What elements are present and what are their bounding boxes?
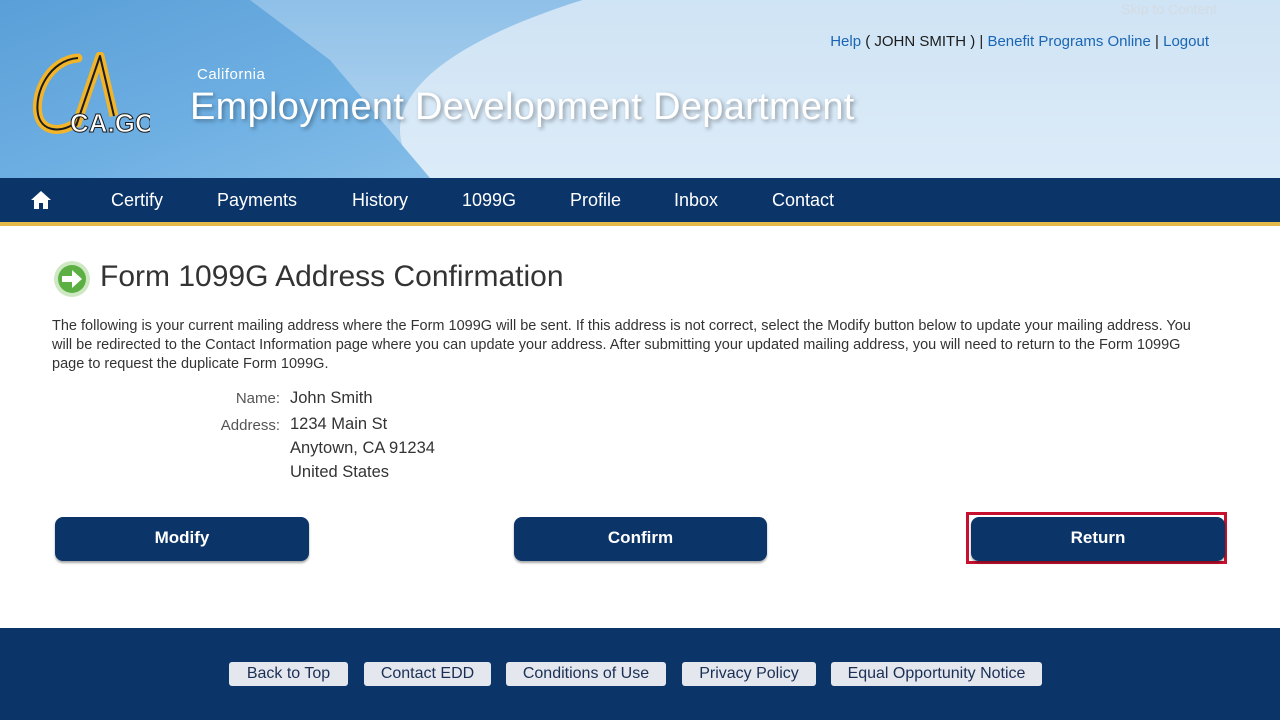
modify-button[interactable]: Modify (55, 517, 309, 561)
state-name: California (197, 66, 266, 83)
address-line-1: 1234 Main St (290, 415, 388, 433)
nav-certify[interactable]: Certify (111, 190, 163, 211)
utility-links: Help ( JOHN SMITH ) | Benefit Programs O… (830, 33, 1209, 50)
user-name: ( JOHN SMITH ) | (861, 33, 988, 50)
name-value: John Smith (290, 389, 373, 407)
nav-payments[interactable]: Payments (217, 190, 297, 211)
arrow-right-circle-icon (54, 261, 90, 297)
logout-link[interactable]: Logout (1163, 33, 1209, 50)
footer-equal-opportunity-notice[interactable]: Equal Opportunity Notice (831, 662, 1042, 686)
main-nav: Certify Payments History 1099G Profile I… (0, 178, 1280, 226)
nav-history[interactable]: History (352, 190, 408, 211)
address-label: Address: (220, 417, 280, 434)
confirm-button[interactable]: Confirm (514, 517, 767, 561)
skip-to-content-link[interactable]: Skip to Content (1121, 1, 1217, 17)
address-line-2: Anytown, CA 91234 (290, 439, 435, 457)
ca-gov-logo[interactable]: CA.GOV (30, 52, 150, 142)
footer-privacy-policy[interactable]: Privacy Policy (682, 662, 816, 686)
page-title: Form 1099G Address Confirmation (100, 260, 564, 293)
link-separator: | (1150, 33, 1164, 50)
footer-contact-edd[interactable]: Contact EDD (364, 662, 491, 686)
home-icon[interactable] (30, 189, 52, 211)
department-name: Employment Development Department (190, 86, 855, 128)
nav-contact[interactable]: Contact (772, 190, 834, 211)
return-button[interactable]: Return (971, 517, 1225, 561)
name-label: Name: (235, 390, 280, 407)
intro-text: The following is your current mailing ad… (52, 318, 1191, 372)
nav-profile[interactable]: Profile (570, 190, 621, 211)
logo-text: CA.GOV (70, 108, 150, 138)
address-line-3: United States (290, 463, 390, 481)
nav-1099g[interactable]: 1099G (462, 190, 516, 211)
benefit-programs-link[interactable]: Benefit Programs Online (987, 33, 1150, 50)
header-banner: Skip to Content Help ( JOHN SMITH ) | Be… (0, 0, 1280, 178)
footer: Back to Top Contact EDD Conditions of Us… (0, 628, 1280, 720)
footer-conditions-of-use[interactable]: Conditions of Use (506, 662, 666, 686)
address-value: 1234 Main St Anytown, CA 91234 United St… (290, 412, 435, 484)
nav-inbox[interactable]: Inbox (674, 190, 718, 211)
footer-back-to-top[interactable]: Back to Top (229, 662, 348, 686)
help-link[interactable]: Help (830, 33, 861, 50)
